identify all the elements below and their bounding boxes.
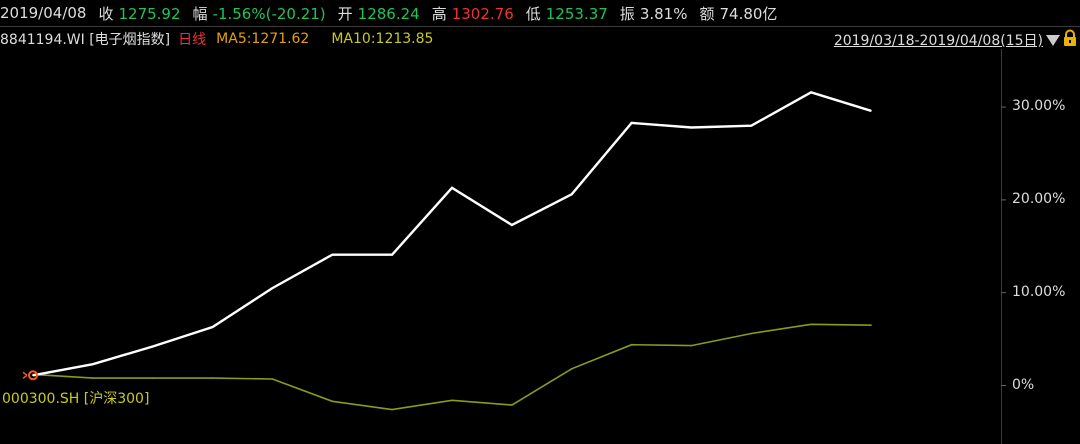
compare-series-line-point [451,399,453,402]
y-tick-label: 30.00% [1012,98,1066,115]
index-series-line-point [511,224,513,226]
chart-plot-area [22,91,1006,411]
index-series-line [32,91,872,377]
index-series-line-point [750,124,753,127]
compare-series-line-point [151,377,154,379]
index-series-line-point [391,253,393,256]
index-series-line-point [690,126,693,129]
compare-series-label[interactable]: 000300.SH [沪深300] [2,388,149,408]
index-series-line-point [211,326,214,328]
y-tick-label: 0% [1012,376,1035,393]
start-arrow-icon [22,371,28,379]
index-series-line-point [810,91,812,94]
compare-series-line-point [271,378,274,380]
index-series-line-point [92,363,94,365]
compare-series-line-point [391,408,393,411]
index-series-line-point [870,110,872,112]
compare-series-line-point [570,367,573,370]
compare-series-line-point [331,400,334,403]
compare-series-line-point [92,377,94,379]
index-series-line-point [32,374,34,377]
compare-series-line-point [630,343,633,346]
compare-series-line-point [211,377,214,379]
compare-series-line-point [870,324,872,326]
index-series-line-point [151,345,154,348]
compare-series-line-point [690,344,693,347]
index-series-line-point [331,253,334,256]
y-tick-label: 20.00% [1012,190,1066,207]
compare-series-line-point [810,323,812,326]
index-series-line-point [570,193,573,196]
y-tick-label: 10.00% [1012,283,1066,300]
index-series-line-point [451,187,453,189]
index-series-line-point [271,287,274,289]
compare-series-line-point [750,332,753,335]
compare-series-line [32,323,872,411]
index-series-line-point [630,122,633,124]
compare-series-line-point [511,404,513,406]
